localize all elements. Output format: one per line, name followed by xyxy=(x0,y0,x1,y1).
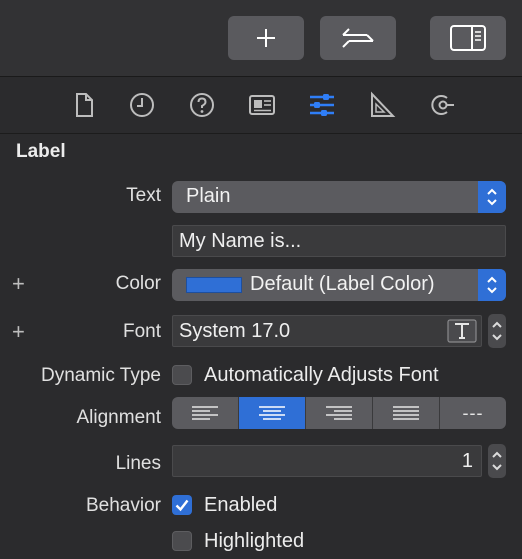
align-center-segment[interactable] xyxy=(239,397,306,429)
connections-icon[interactable] xyxy=(428,91,456,119)
enabled-label: Enabled xyxy=(204,494,278,516)
highlighted-label: Highlighted xyxy=(204,530,305,552)
size-icon[interactable] xyxy=(368,91,396,119)
attributes-icon[interactable] xyxy=(308,91,336,119)
font-add-variation-button[interactable]: + xyxy=(12,321,25,343)
adjusts-font-checkbox[interactable] xyxy=(172,365,192,385)
align-left-segment[interactable] xyxy=(172,397,239,429)
popup-arrows xyxy=(478,181,506,213)
align-natural-glyph: --- xyxy=(462,402,484,423)
chevron-updown-icon xyxy=(492,451,502,471)
behavior-label: Behavior xyxy=(86,495,161,516)
align-justify-icon xyxy=(393,406,419,420)
text-label: Text xyxy=(126,185,161,206)
font-value: System 17.0 xyxy=(179,320,291,342)
chevron-updown-icon xyxy=(492,321,502,341)
alignment-label: Alignment xyxy=(76,407,162,428)
attributes-inspector: Label Text Plain My Name is... + Color D… xyxy=(0,76,522,559)
window-toolbar xyxy=(0,0,522,76)
font-size-stepper[interactable] xyxy=(488,314,506,348)
dynamic-type-label: Dynamic Type xyxy=(40,365,161,386)
font-picker-icon[interactable] xyxy=(447,319,477,343)
label-text-value: My Name is... xyxy=(179,230,302,252)
lines-field[interactable]: 1 xyxy=(172,445,482,477)
file-icon[interactable] xyxy=(70,91,98,119)
align-center-icon xyxy=(259,406,285,420)
adjusts-font-label: Automatically Adjusts Font xyxy=(204,364,439,386)
align-right-segment[interactable] xyxy=(306,397,373,429)
align-natural-segment[interactable]: --- xyxy=(440,397,506,429)
inspector-toggle-button[interactable] xyxy=(430,16,506,60)
font-field[interactable]: System 17.0 xyxy=(172,315,482,347)
color-swatch xyxy=(186,277,242,293)
lines-stepper[interactable] xyxy=(488,444,506,478)
code-review-button[interactable] xyxy=(320,16,396,60)
text-type-popup[interactable]: Plain xyxy=(172,181,506,213)
checkmark-icon xyxy=(175,499,189,512)
align-justified-segment[interactable] xyxy=(373,397,440,429)
inspector-tabs xyxy=(0,77,522,134)
section-title: Label xyxy=(16,141,66,162)
color-add-variation-button[interactable]: + xyxy=(12,273,25,295)
plus-icon xyxy=(257,29,275,47)
chevron-updown-icon xyxy=(487,188,497,206)
color-value: Default (Label Color) xyxy=(250,273,435,295)
align-left-icon xyxy=(192,406,218,420)
color-label: Color xyxy=(115,273,161,294)
lines-label: Lines xyxy=(115,453,161,474)
alignment-segmented-control: --- xyxy=(172,397,506,429)
identity-icon[interactable] xyxy=(248,91,276,119)
enabled-checkbox[interactable] xyxy=(172,495,192,515)
inspector-panel-icon xyxy=(450,25,486,51)
popup-arrows xyxy=(478,269,506,301)
add-library-button[interactable] xyxy=(228,16,304,60)
font-label: Font xyxy=(122,321,161,342)
lines-value: 1 xyxy=(461,450,473,472)
text-type-value: Plain xyxy=(186,185,231,207)
label-text-field[interactable]: My Name is... xyxy=(172,225,506,257)
help-icon[interactable] xyxy=(188,91,216,119)
history-icon[interactable] xyxy=(128,91,156,119)
color-popup[interactable]: Default (Label Color) xyxy=(172,269,506,301)
highlighted-checkbox[interactable] xyxy=(172,531,192,551)
align-right-icon xyxy=(326,406,352,420)
swap-arrows-icon xyxy=(342,28,374,48)
chevron-updown-icon xyxy=(487,276,497,294)
